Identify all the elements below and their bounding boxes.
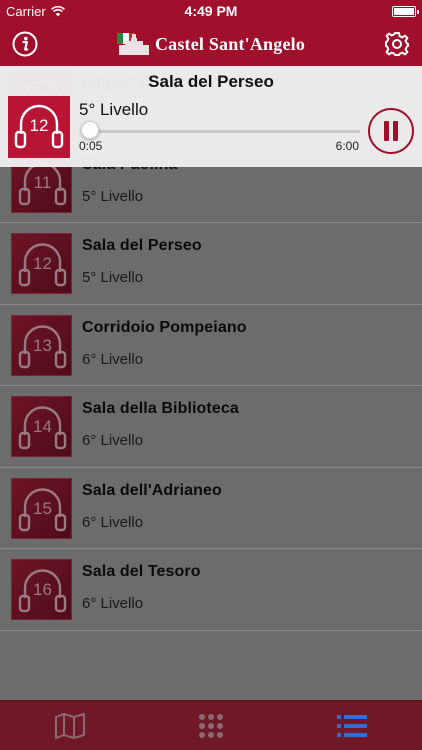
player-title: Sala del Perseo (148, 72, 274, 91)
item-number: 11 (33, 172, 52, 192)
item-subtitle: 6° Livello (82, 432, 144, 449)
list-icon (336, 714, 367, 737)
item-subtitle: 5° Livello (82, 187, 144, 205)
tab-map[interactable] (0, 701, 141, 750)
nav-bar: Castel Sant'Angelo (0, 22, 422, 66)
current-time: 0:05 (79, 139, 103, 153)
item-artwork: 12 (11, 233, 72, 294)
gear-icon (384, 32, 409, 56)
item-number: 16 (33, 580, 52, 599)
list-item[interactable]: 13 Corridoio Pompeiano 6° Livello (0, 305, 422, 386)
item-artwork: 13 (11, 314, 72, 376)
item-artwork: 14 (11, 396, 72, 457)
item-title: Sala del Tesoro (82, 563, 201, 580)
logo-text: Castel Sant'Angelo (154, 33, 306, 54)
tab-keypad[interactable] (141, 701, 282, 750)
wifi-icon (50, 5, 65, 16)
status-bar: Carrier 4:49 PM (0, 0, 422, 22)
item-artwork: 16 (11, 559, 72, 620)
item-subtitle: 6° Livello (82, 595, 144, 612)
battery-fill (394, 7, 414, 15)
progress-track[interactable] (86, 130, 360, 133)
list-item[interactable]: 14 Sala della Biblioteca 6° Livello (0, 386, 422, 468)
pause-icon (384, 121, 389, 141)
item-number: 12 (33, 254, 52, 273)
item-artwork: 15 (11, 477, 72, 539)
pause-icon-bar (393, 121, 398, 141)
player-subtitle: 5° Livello (79, 100, 149, 119)
castle-flag-icon (116, 33, 149, 55)
pause-button[interactable] (368, 108, 414, 154)
status-left: Carrier (6, 4, 65, 19)
total-time: 6:00 (335, 139, 359, 153)
list-item[interactable]: 16 Sala del Tesoro 6° Livello (0, 549, 422, 631)
now-playing-panel: Sala del Perseo 12 5° Livello 0:05 6:00 (0, 66, 422, 167)
item-subtitle: 6° Livello (82, 513, 144, 531)
carrier-label: Carrier (6, 3, 46, 19)
player-number: 12 (29, 116, 49, 135)
player-artwork: 12 (8, 96, 70, 158)
app-logo: Castel Sant'Angelo (116, 31, 306, 57)
item-title: Corridoio Pompeiano (82, 318, 247, 336)
battery-icon (392, 5, 419, 17)
info-icon (12, 31, 38, 57)
grid-icon (199, 713, 223, 738)
map-icon (55, 712, 86, 739)
settings-button[interactable] (382, 29, 412, 59)
info-button[interactable] (10, 29, 40, 59)
item-number: 15 (33, 498, 52, 518)
item-number: 14 (33, 417, 52, 436)
item-subtitle: 5° Livello (82, 269, 144, 286)
item-title: Sala del Perseo (82, 237, 202, 254)
item-title: Sala dell'Adrianeo (82, 481, 222, 499)
tab-bar (0, 700, 422, 750)
tab-list[interactable] (281, 701, 422, 750)
item-subtitle: 6° Livello (82, 350, 144, 368)
list-item[interactable]: 12 Sala del Perseo 5° Livello (0, 223, 422, 305)
list-item[interactable]: 15 Sala dell'Adrianeo 6° Livello (0, 468, 422, 549)
item-title: Sala della Biblioteca (82, 400, 239, 417)
progress-knob[interactable] (80, 121, 99, 139)
item-number: 13 (33, 335, 52, 355)
